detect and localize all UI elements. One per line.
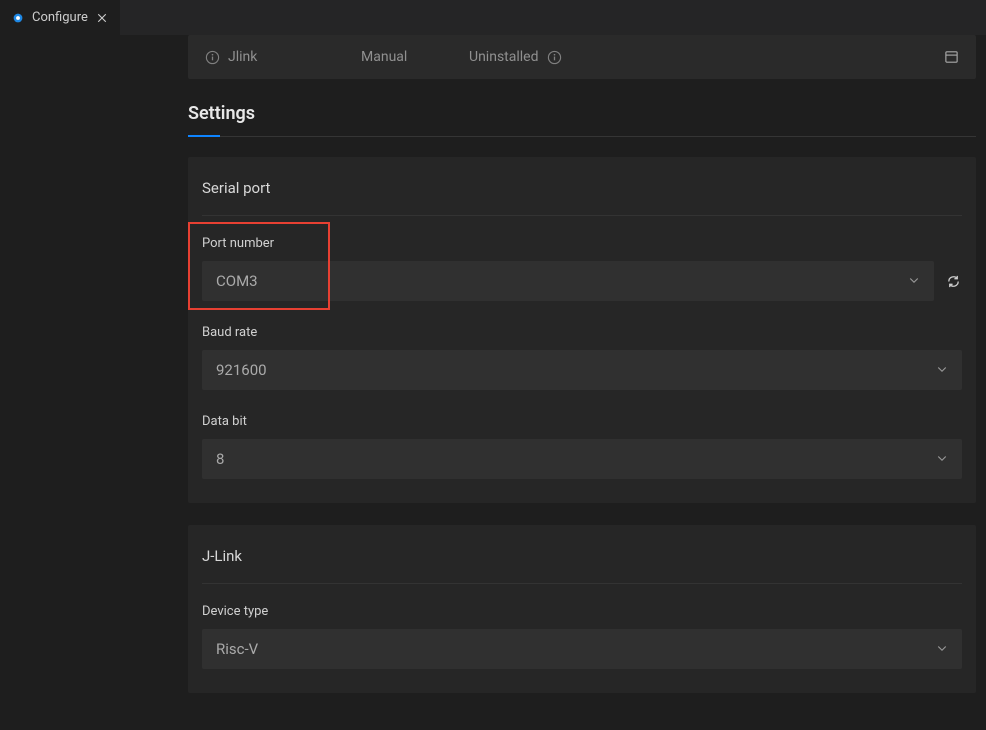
baud-rate-value: 921600 <box>216 361 267 379</box>
chevron-down-icon <box>936 640 948 658</box>
jlink-header: J-Link <box>202 547 962 584</box>
info-icon[interactable] <box>204 49 220 65</box>
port-number-select[interactable]: COM3 <box>202 261 934 301</box>
jlink-panel: J-Link Device type Risc-V <box>188 525 976 693</box>
refresh-button[interactable] <box>944 272 962 290</box>
configure-file-icon <box>10 10 26 26</box>
baud-rate-select[interactable]: 921600 <box>202 350 962 390</box>
downloader-name: Jlink <box>228 49 257 65</box>
calendar-icon[interactable] <box>944 49 960 65</box>
data-bit-field: Data bit 8 <box>202 414 962 479</box>
settings-title: Settings <box>188 103 976 136</box>
port-number-label: Port number <box>202 236 962 251</box>
data-bit-value: 8 <box>216 450 224 468</box>
content-area: Jlink Manual Uninstalled Settings Serial… <box>188 35 976 730</box>
device-type-select[interactable]: Risc-V <box>202 629 962 669</box>
serial-port-header: Serial port <box>202 179 962 216</box>
device-type-label: Device type <box>202 604 962 619</box>
baud-rate-field: Baud rate 921600 <box>202 325 962 390</box>
divider <box>188 136 976 137</box>
downloader-row: Jlink Manual Uninstalled <box>188 35 976 79</box>
device-type-value: Risc-V <box>216 640 258 658</box>
downloader-status: Uninstalled <box>469 49 539 65</box>
tab-bar: Configure <box>0 0 986 35</box>
baud-rate-label: Baud rate <box>202 325 962 340</box>
info-icon[interactable] <box>547 49 563 65</box>
tab-configure[interactable]: Configure <box>0 0 121 35</box>
close-icon[interactable] <box>94 10 110 26</box>
port-number-value: COM3 <box>216 272 258 290</box>
port-number-field: Port number COM3 <box>202 236 962 301</box>
tab-label: Configure <box>32 10 88 25</box>
chevron-down-icon <box>908 272 920 290</box>
data-bit-label: Data bit <box>202 414 962 429</box>
data-bit-select[interactable]: 8 <box>202 439 962 479</box>
device-type-field: Device type Risc-V <box>202 604 962 669</box>
chevron-down-icon <box>936 361 948 379</box>
downloader-mode: Manual <box>361 49 407 65</box>
chevron-down-icon <box>936 450 948 468</box>
active-underline <box>188 135 220 137</box>
serial-port-panel: Serial port Port number COM3 Baud rate 9… <box>188 157 976 503</box>
